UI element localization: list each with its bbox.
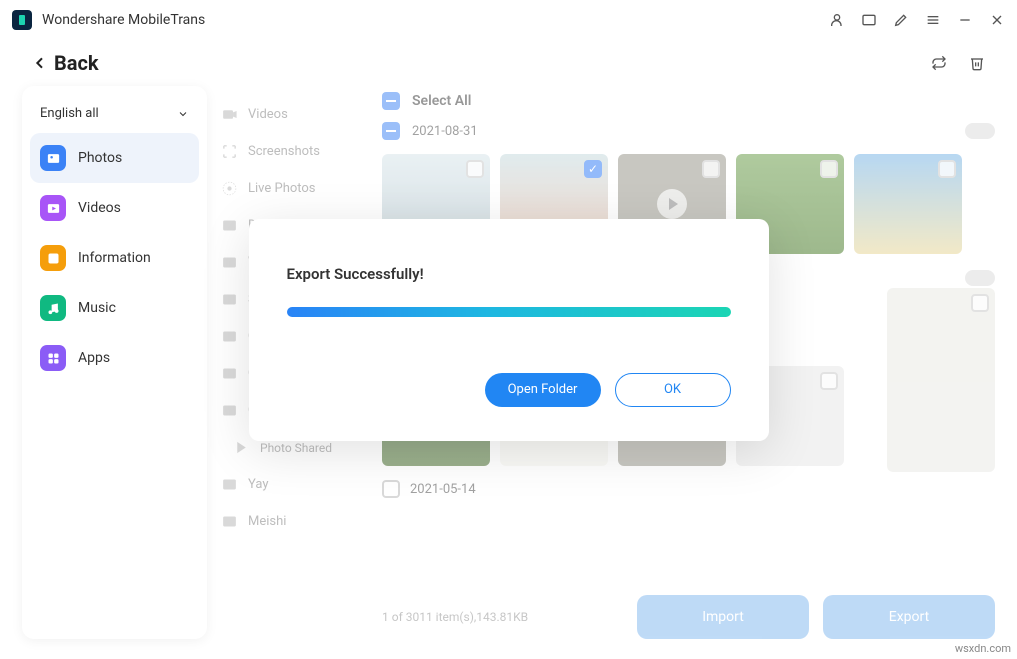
music-icon: [40, 295, 66, 321]
information-icon: [40, 245, 66, 271]
photos-icon: [40, 145, 66, 171]
status-text: 1 of 3011 item(s),143.81KB: [382, 610, 623, 624]
thumb-checkbox[interactable]: [820, 372, 838, 390]
sidebar-item-photos[interactable]: Photos: [30, 133, 199, 183]
sidebar-item-label: Photos: [78, 150, 122, 166]
date-group-row-3: 2021-05-14: [382, 480, 995, 498]
thumb-checkbox[interactable]: [702, 160, 720, 178]
close-icon[interactable]: [989, 12, 1005, 28]
play-icon: [657, 189, 687, 219]
date-label: 2021-08-31: [412, 124, 478, 139]
sidebar-item-label: Information: [78, 250, 151, 266]
chevron-down-icon: [177, 108, 189, 120]
select-all-label: Select All: [412, 93, 471, 109]
thumb-checkbox[interactable]: [971, 294, 989, 312]
language-selector[interactable]: English all: [30, 94, 199, 133]
footer-row: 1 of 3011 item(s),143.81KB Import Export: [382, 595, 995, 639]
progress-bar: [287, 307, 731, 317]
date-group-row: 2021-08-31: [382, 116, 995, 146]
message-icon[interactable]: [861, 12, 877, 28]
date-checkbox[interactable]: [382, 122, 400, 140]
modal-title: Export Successfully!: [287, 265, 731, 283]
folder-item-videos[interactable]: Videos: [215, 96, 374, 133]
date-checkbox[interactable]: [382, 480, 400, 498]
account-icon[interactable]: [829, 12, 845, 28]
thumb-checkbox[interactable]: [820, 160, 838, 178]
folder-item-livephotos[interactable]: Live Photos: [215, 170, 374, 207]
thumb-checkbox[interactable]: [938, 160, 956, 178]
back-label: Back: [54, 51, 99, 75]
minimize-icon[interactable]: [957, 12, 973, 28]
back-button[interactable]: Back: [32, 51, 99, 75]
import-button[interactable]: Import: [637, 595, 809, 639]
sidebar-item-label: Videos: [78, 200, 121, 216]
sidebar-item-music[interactable]: Music: [30, 283, 199, 333]
app-title: Wondershare MobileTrans: [42, 12, 829, 28]
open-folder-button[interactable]: Open Folder: [485, 373, 601, 407]
sidebar-item-apps[interactable]: Apps: [30, 333, 199, 383]
videos-icon: [40, 195, 66, 221]
sidebar-item-videos[interactable]: Videos: [30, 183, 199, 233]
folder-item-screenshots[interactable]: Screenshots: [215, 133, 374, 170]
photo-thumbnail[interactable]: [854, 154, 962, 254]
count-pill: [965, 270, 995, 286]
date-label: 2021-05-14: [410, 482, 476, 497]
menu-icon[interactable]: [925, 12, 941, 28]
thumb-checkbox[interactable]: [466, 160, 484, 178]
window-controls: [829, 12, 1005, 28]
count-pill: [965, 123, 995, 139]
select-all-checkbox[interactable]: [382, 92, 400, 110]
edit-icon[interactable]: [893, 12, 909, 28]
select-all-row: Select All: [382, 86, 995, 116]
export-button[interactable]: Export: [823, 595, 995, 639]
watermark: wsxdn.com: [955, 642, 1011, 655]
export-success-modal: Export Successfully! Open Folder OK: [249, 219, 769, 441]
folder-item-yay[interactable]: Yay: [215, 466, 374, 503]
back-row: Back: [0, 40, 1017, 86]
sidebar: English all Photos Videos Information Mu…: [22, 86, 207, 639]
language-label: English all: [40, 106, 99, 121]
trash-icon[interactable]: [969, 55, 985, 71]
title-bar: Wondershare MobileTrans: [0, 0, 1017, 40]
sidebar-item-information[interactable]: Information: [30, 233, 199, 283]
sidebar-item-label: Apps: [78, 350, 110, 366]
app-logo-icon: [12, 10, 32, 30]
ok-button[interactable]: OK: [615, 373, 731, 407]
modal-buttons: Open Folder OK: [287, 373, 731, 407]
refresh-icon[interactable]: [931, 55, 947, 71]
apps-icon: [40, 345, 66, 371]
thumb-checkbox[interactable]: [584, 160, 602, 178]
photo-thumbnail[interactable]: [887, 288, 995, 472]
sidebar-item-label: Music: [78, 300, 116, 316]
folder-item-meishi[interactable]: Meishi: [215, 503, 374, 540]
